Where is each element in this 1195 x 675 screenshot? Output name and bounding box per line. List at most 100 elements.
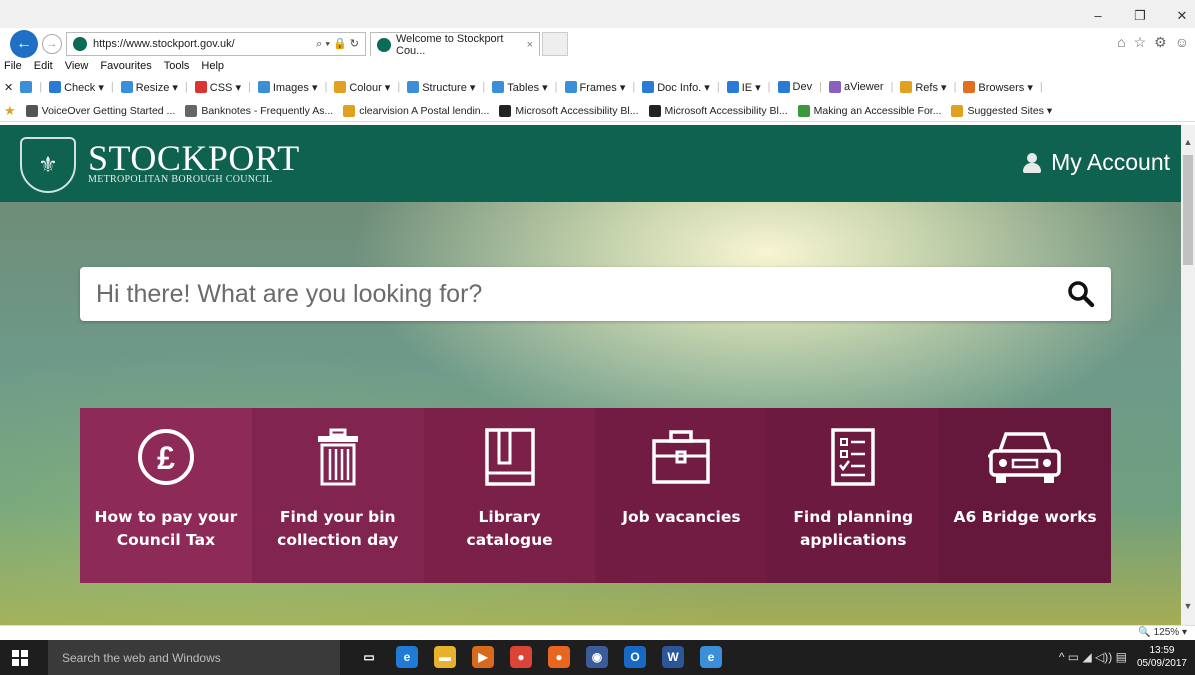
devbar-item[interactable]: Browsers ▾ <box>963 81 1033 94</box>
address-tools[interactable]: ⌕ ▾ 🔒 ↻ <box>316 37 359 51</box>
devbar-item-label: Check ▾ <box>64 81 104 94</box>
ie-icon[interactable]: e <box>700 646 722 668</box>
menu-tools[interactable]: Tools <box>164 60 190 76</box>
menu-favourites[interactable]: Favourites <box>100 60 151 76</box>
refs-icon <box>900 81 913 93</box>
favourite-link[interactable]: VoiceOver Getting Started ... <box>25 104 175 117</box>
clock[interactable]: 13:59 05/09/2017 <box>1137 644 1187 670</box>
check-icon <box>49 81 62 93</box>
devbar-item[interactable]: Check ▾ <box>49 81 104 94</box>
search-input[interactable] <box>96 267 1036 321</box>
restore-button[interactable]: ❐ <box>1133 8 1147 24</box>
favourite-link[interactable]: clearvision A Postal lendin... <box>343 104 490 117</box>
devbar-item[interactable]: Refs ▾ <box>900 81 947 94</box>
my-account-link[interactable]: My Account <box>1023 149 1170 176</box>
chrome-icon[interactable]: ● <box>510 646 532 668</box>
toolbar-separator: | <box>184 81 188 93</box>
council-crest-logo[interactable]: ⚜ <box>20 137 76 193</box>
new-tab-button[interactable] <box>542 32 568 56</box>
favourite-favicon-icon <box>25 104 38 117</box>
devbar-item[interactable]: Frames ▾ <box>564 81 625 94</box>
file-explorer-icon[interactable]: ▬ <box>434 646 456 668</box>
devbar-item[interactable]: Structure ▾ <box>407 81 475 94</box>
home-icon[interactable]: ⌂ <box>1117 34 1125 51</box>
app-icon[interactable]: ◉ <box>586 646 608 668</box>
back-button[interactable]: ← <box>10 30 38 58</box>
menu-view[interactable]: View <box>65 60 89 76</box>
scroll-down-icon[interactable]: ▼ <box>1181 599 1195 613</box>
task-view-icon[interactable]: ▭ <box>358 646 380 668</box>
smiley-feedback-icon[interactable]: ☺ <box>1175 34 1189 51</box>
favourites-star-add-icon[interactable]: ★ <box>4 103 16 119</box>
tile-label: Find planning applications <box>793 508 914 549</box>
devbar-item[interactable]: IE ▾ <box>726 81 761 94</box>
close-window-button[interactable]: ✕ <box>1175 8 1189 24</box>
devbar-item[interactable]: Resize ▾ <box>120 81 178 94</box>
menu-edit[interactable]: Edit <box>34 60 53 76</box>
devbar-item-label: Refs ▾ <box>915 81 947 94</box>
book-icon <box>484 428 535 486</box>
browser-tab[interactable]: Welcome to Stockport Cou... × <box>370 32 540 57</box>
tile-library-catalogue[interactable]: Library catalogue <box>423 408 596 583</box>
scroll-up-icon[interactable]: ▲ <box>1181 135 1195 149</box>
address-bar[interactable]: https://www.stockport.gov.uk/ ⌕ ▾ 🔒 ↻ <box>66 32 366 56</box>
outlook-icon[interactable]: O <box>624 646 646 668</box>
forward-button[interactable]: → <box>42 34 62 54</box>
devbar-item[interactable]: Tables ▾ <box>492 81 548 94</box>
tab-close-button[interactable]: × <box>527 39 533 51</box>
favourite-link[interactable]: Making an Accessible For... <box>797 104 941 117</box>
menu-file[interactable]: File <box>4 60 22 76</box>
images-icon <box>257 81 270 93</box>
navigation-row: ← → https://www.stockport.gov.uk/ ⌕ ▾ 🔒 … <box>0 28 1195 60</box>
tile-a6-bridge-works[interactable]: A6 Bridge works <box>939 408 1111 583</box>
toolbar-grid-icon[interactable] <box>20 81 33 93</box>
favourite-link[interactable]: Microsoft Accessibility Bl... <box>648 104 788 117</box>
tab-title: Welcome to Stockport Cou... <box>396 32 504 57</box>
minimize-button[interactable]: – <box>1091 8 1105 24</box>
media-player-icon[interactable]: ▶ <box>472 646 494 668</box>
favourite-link[interactable]: Banknotes - Frequently As... <box>185 104 333 117</box>
tile-job-vacancies[interactable]: Job vacancies <box>595 408 768 583</box>
scroll-thumb[interactable] <box>1183 155 1193 265</box>
toolbar-close-icon[interactable]: ✕ <box>4 81 13 94</box>
taskbar-search-placeholder: Search the web and Windows <box>62 650 221 665</box>
toolbar-separator: | <box>632 81 636 93</box>
menu-bar: File Edit View Favourites Tools Help <box>0 60 1195 76</box>
brand-name[interactable]: STOCKPORT <box>88 137 300 179</box>
zoom-level[interactable]: 🔍 125% ▾ <box>1138 627 1187 638</box>
search-icon[interactable] <box>1067 280 1095 308</box>
tables-icon <box>492 81 505 93</box>
page-scrollbar[interactable]: ▲ ▼ <box>1181 125 1195 625</box>
devbar-item[interactable]: Dev <box>777 81 813 93</box>
favourites-star-icon[interactable]: ☆ <box>1134 34 1147 51</box>
settings-gear-icon[interactable]: ⚙ <box>1154 34 1167 51</box>
tile-label: Job vacancies <box>622 508 741 526</box>
tray-icons[interactable]: ^ ▭ ◢ ◁)) ▤ <box>1059 650 1127 664</box>
tile-planning-applications[interactable]: Find planning applications <box>767 408 940 583</box>
firefox-icon[interactable]: ● <box>548 646 570 668</box>
word-icon[interactable]: W <box>662 646 684 668</box>
favourite-link[interactable]: Microsoft Accessibility Bl... <box>499 104 639 117</box>
address-url[interactable]: https://www.stockport.gov.uk/ <box>93 38 310 50</box>
tile-bin-collection[interactable]: Find your bin collection day <box>251 408 424 583</box>
devbar-item[interactable]: aViewer <box>828 81 884 93</box>
favourite-favicon-icon <box>648 104 661 117</box>
tile-council-tax[interactable]: £ How to pay your Council Tax <box>80 408 252 583</box>
devbar-item[interactable]: CSS ▾ <box>194 81 241 94</box>
devbar-item[interactable]: Images ▾ <box>257 81 317 94</box>
devbar-item[interactable]: Colour ▾ <box>334 81 390 94</box>
windows-start-icon[interactable] <box>12 650 28 666</box>
clock-date: 05/09/2017 <box>1136 658 1187 669</box>
toolbar-separator: | <box>482 81 486 93</box>
taskbar-search-box[interactable]: Search the web and Windows <box>48 640 340 675</box>
system-tray: ^ ▭ ◢ ◁)) ▤ 13:59 05/09/2017 <box>1059 644 1187 670</box>
devbar-item[interactable]: Doc Info. ▾ <box>642 81 710 94</box>
windows-taskbar: Search the web and Windows ▭ e ▬ ▶ ● ● ◉ O We ^ … <box>0 640 1195 675</box>
favourite-label: clearvision A Postal lendin... <box>359 104 490 117</box>
edge-icon[interactable]: e <box>396 646 418 668</box>
toolbar-separator: | <box>39 81 43 93</box>
css-icon <box>194 81 207 93</box>
devbar-item-label: Dev <box>792 81 813 93</box>
menu-help[interactable]: Help <box>201 60 224 76</box>
favourite-link[interactable]: Suggested Sites ▾ <box>951 104 1052 117</box>
